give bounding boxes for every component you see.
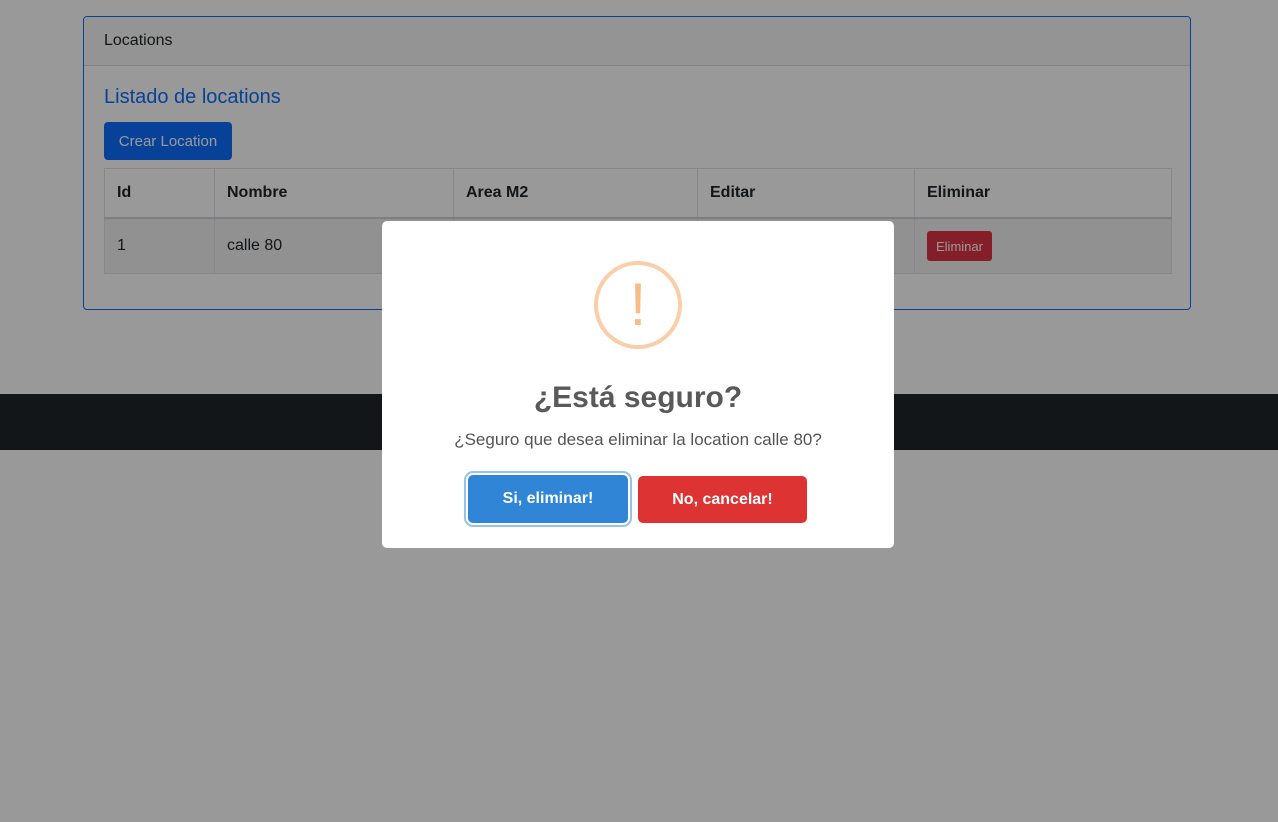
- dialog-message: ¿Seguro que desea eliminar la location c…: [454, 430, 822, 449]
- dialog-title: ¿Está seguro?: [533, 381, 743, 414]
- warning-symbol: !: [630, 271, 647, 338]
- confirm-delete-button[interactable]: Si, eliminar!: [468, 475, 628, 523]
- confirm-dialog: ! ¿Está seguro? ¿Seguro que desea elimin…: [382, 221, 894, 548]
- cancel-button[interactable]: No, cancelar!: [638, 476, 807, 523]
- warning-icon: !: [594, 261, 682, 349]
